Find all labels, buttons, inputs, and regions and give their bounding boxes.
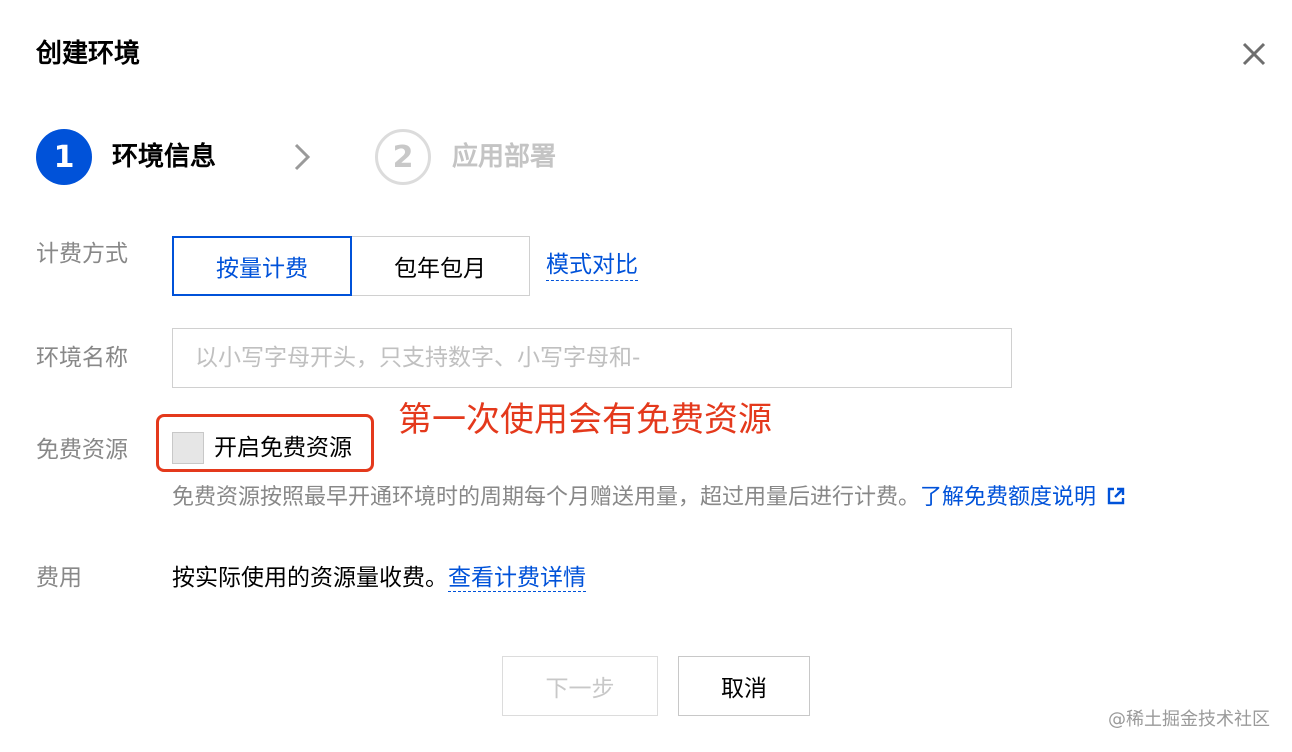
watermark: @稀土掘金技术社区 (1108, 709, 1270, 730)
free-quota-link[interactable]: 了解免费额度说明 (920, 485, 1096, 510)
free-resource-help-text: 免费资源按照最早开通环境时的周期每个月赠送用量，超过用量后进行计费。 (172, 485, 921, 510)
fee-description: 按实际使用的资源量收费。查看计费详情 (172, 562, 586, 594)
free-resource-checkbox-label[interactable]: 开启免费资源 (214, 432, 352, 464)
billing-option-pay-as-you-go[interactable]: 按量计费 (172, 236, 352, 296)
billing-option-monthly[interactable]: 包年包月 (350, 236, 530, 296)
free-resource-help: 免费资源按照最早开通环境时的周期每个月赠送用量，超过用量后进行计费。了解免费额度… (172, 482, 1126, 514)
free-resource-label: 免费资源 (36, 437, 128, 463)
mode-compare-link[interactable]: 模式对比 (546, 250, 638, 281)
chevron-right-icon (290, 141, 314, 173)
step-2-label: 应用部署 (452, 142, 557, 172)
dialog-title: 创建环境 (36, 39, 141, 69)
annotation-text: 第一次使用会有免费资源 (398, 400, 772, 440)
external-link-icon[interactable] (1106, 484, 1126, 505)
close-icon-svg (1242, 42, 1266, 66)
next-step-button[interactable]: 下一步 (502, 656, 658, 716)
env-name-input[interactable] (172, 328, 1012, 388)
step-1-indicator: 1 (36, 129, 92, 185)
fee-text: 按实际使用的资源量收费。 (172, 565, 448, 591)
billing-details-link[interactable]: 查看计费详情 (448, 565, 586, 592)
close-icon[interactable] (1236, 36, 1272, 72)
fee-label: 费用 (36, 565, 82, 591)
step-2-indicator: 2 (375, 129, 431, 185)
free-resource-checkbox[interactable] (172, 432, 204, 464)
billing-label: 计费方式 (36, 241, 128, 267)
env-name-label: 环境名称 (36, 345, 128, 371)
cancel-button[interactable]: 取消 (678, 656, 810, 716)
step-1-label: 环境信息 (112, 142, 217, 172)
